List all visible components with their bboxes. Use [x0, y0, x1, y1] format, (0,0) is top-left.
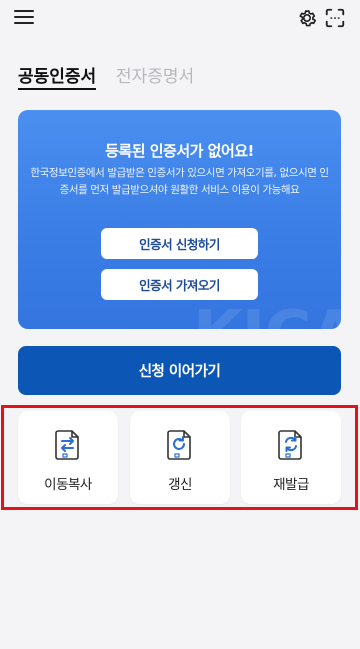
- card-description: 한국정보인증에서 발급받은 인증서가 있으시면 가져오기를, 없으시면 인증서를…: [30, 167, 329, 196]
- renew-document-icon: [167, 430, 191, 460]
- hamburger-menu-icon[interactable]: [14, 10, 34, 26]
- tab-electronic-certificate[interactable]: 전자증명서: [116, 62, 194, 87]
- tile-label: 갱신: [168, 477, 192, 493]
- renew-button[interactable]: 갱신: [130, 411, 230, 504]
- kica-watermark-logo: KICA: [193, 298, 341, 329]
- reissue-document-icon: [278, 430, 302, 460]
- tab-joint-certificate[interactable]: 공동인증서: [18, 62, 97, 90]
- no-certificate-card: KICA 등록된 인증서가 없어요! 한국정보인증에서 발급받은 인증서가 있으…: [18, 110, 341, 329]
- top-bar: [0, 0, 360, 36]
- import-certificate-button[interactable]: 인증서 가져오기: [101, 269, 258, 300]
- transfer-copy-button[interactable]: 이동복사: [18, 411, 118, 504]
- scan-frame-icon[interactable]: [324, 7, 346, 29]
- active-tab-underline: [18, 88, 97, 90]
- transfer-arrows-document-icon: [55, 430, 79, 460]
- apply-certificate-button[interactable]: 인증서 신청하기: [101, 228, 258, 259]
- card-title: 등록된 인증서가 없어요!: [105, 142, 254, 160]
- tab-label: 공동인증서: [18, 67, 97, 87]
- tile-label: 재발급: [273, 477, 309, 493]
- tab-label: 전자증명서: [116, 67, 195, 87]
- reissue-button[interactable]: 재발급: [241, 411, 341, 504]
- tile-label: 이동복사: [44, 477, 92, 493]
- continue-application-button[interactable]: 신청 이어가기: [18, 346, 341, 395]
- gear-icon[interactable]: [296, 7, 318, 29]
